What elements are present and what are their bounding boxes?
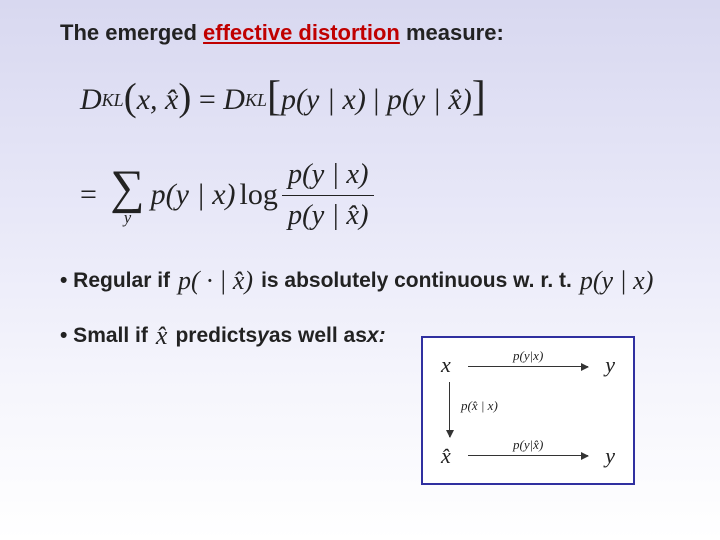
bullet1-post: is absolutely continuous w. r. t. [261,269,572,293]
eq-fraction: p(y | x) p(y | x̂) [282,155,375,236]
bullet1-math2: p(y | x) [580,266,654,296]
label-bottom: p(y|x̂) [513,437,543,453]
eq-log: log [240,174,278,216]
eq-rhs1-sub: KL [245,88,267,113]
title-pre: The emerged [60,20,203,45]
eq-factor: p(y | x) [151,174,236,216]
equation-row-2: = ∑ y p(y | x) log p(y | x) p(y | x̂) [80,155,670,236]
diagram-y-bot: y [605,443,615,469]
bullet2-x: x: [367,324,386,348]
diagram-y-top: y [605,352,615,378]
sum-symbol: ∑ y [110,169,144,228]
bullet2-xhat: x̂ [156,321,168,351]
bullet2-pre: • Small if [60,324,148,348]
diagram-xhat: x̂ [441,443,451,469]
bullet1-math: p( · | x̂) [178,266,253,296]
arrow-left [449,382,451,437]
label-left: p(x̂ | x) [461,398,498,414]
slide-title: The emerged effective distortion measure… [60,20,670,46]
equation-row-1: DKL (x, x̂) = DKL [p(y | x) | p(y | x̂)] [80,71,670,130]
bullet2-mid2: as well as [269,324,367,348]
eq-lhs-func: D [80,79,102,121]
eq-rhs1-func: D [223,79,245,121]
arrow-bottom [468,455,588,457]
eq-rhs1-left: p(y | x) [281,79,366,121]
title-highlight: effective distortion [203,20,400,45]
bullet1-pre: • Regular if [60,269,170,293]
eq-lhs-arg: x, x̂ [137,79,179,121]
bullet-regular: • Regular if p( · | x̂) is absolutely co… [60,266,670,296]
commutative-diagram: x y x̂ y p(y|x) p(x̂ | x) p(y|x̂) [421,336,635,485]
bullet2-y: y [257,324,269,348]
diagram-x: x [441,352,451,378]
eq-rhs1-right: p(y | x̂) [387,79,472,121]
title-post: measure: [400,20,504,45]
arrow-top [468,366,588,368]
eq-lhs-sub: KL [102,88,124,113]
bullet2-mid: predicts [175,324,257,348]
equation-block: DKL (x, x̂) = DKL [p(y | x) | p(y | x̂)]… [80,71,670,236]
label-top: p(y|x) [513,348,543,364]
